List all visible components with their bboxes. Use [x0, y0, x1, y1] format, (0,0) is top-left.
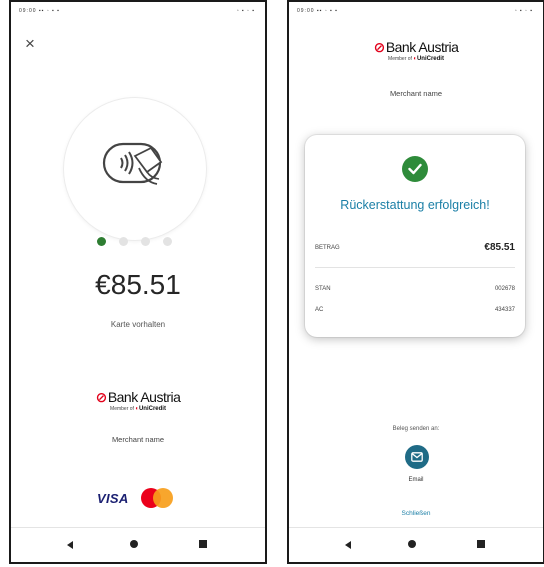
bank-swirl-icon: ⊘	[373, 39, 386, 55]
home-icon[interactable]	[130, 540, 138, 548]
merchant-name: Merchant name	[111, 435, 165, 444]
indicator-dot	[163, 237, 172, 246]
success-message: Rückerstattung erfolgreich!	[340, 198, 490, 212]
android-nav-bar	[289, 527, 543, 562]
status-right: ▫ ▪ ◦ ▪	[514, 8, 533, 14]
indicator-dot-active	[97, 237, 106, 246]
indicator-dot	[141, 237, 150, 246]
status-right: ▫ ▪ ◦ ▪	[236, 8, 255, 14]
bank-name: Bank Austria	[107, 389, 181, 405]
email-button[interactable]	[405, 445, 429, 469]
bank-logo: ⊘Bank Austria Member of ◐UniCredit	[11, 389, 265, 412]
bank-name: Bank Austria	[385, 39, 459, 55]
status-bar: 09:00 ▪▪ ◦ ▪ ▪ ▫ ▪ ◦ ▪	[11, 2, 265, 20]
bank-swirl-icon: ⊘	[95, 389, 108, 405]
amount-label: BETRAG	[315, 245, 340, 251]
payment-screen: 09:00 ▪▪ ◦ ▪ ▪ ▫ ▪ ◦ ▪ × €85.51 Karte vo…	[9, 0, 267, 564]
amount-value: €85.51	[484, 242, 515, 253]
ac-label: AC	[315, 307, 324, 313]
status-left: 09:00 ▪▪ ◦ ▪ ▪	[297, 8, 338, 14]
ac-row: AC 434337	[315, 307, 515, 313]
hold-card-hint: Karte vorhalten	[110, 320, 166, 329]
android-nav-bar	[11, 527, 265, 562]
bank-sub-prefix: Member of	[110, 406, 134, 412]
payment-amount: €85.51	[95, 269, 181, 300]
stan-value: 002678	[494, 286, 515, 292]
visa-logo: VISA	[97, 491, 129, 506]
status-bar: 09:00 ▪▪ ◦ ▪ ▪ ▫ ▪ ◦ ▪	[289, 2, 543, 20]
merchant-name: Merchant name	[389, 89, 443, 98]
bank-sub-brand: UniCredit	[138, 406, 166, 412]
close-icon[interactable]: ×	[25, 35, 35, 52]
tap-card-area	[64, 98, 206, 240]
ac-value: 434337	[494, 307, 515, 313]
back-icon[interactable]	[345, 541, 351, 549]
bank-sub-prefix: Member of	[388, 56, 412, 62]
home-icon[interactable]	[408, 540, 416, 548]
back-icon[interactable]	[67, 541, 73, 549]
bank-logo: ⊘Bank Austria Member of ◐UniCredit	[289, 39, 543, 62]
result-card: Rückerstattung erfolgreich! BETRAG €85.5…	[305, 135, 525, 337]
divider	[315, 267, 515, 268]
mastercard-icon-overlap	[153, 488, 173, 508]
contactless-card-icon	[102, 142, 163, 185]
refund-success-screen: 09:00 ▪▪ ◦ ▪ ▪ ▫ ▪ ◦ ▪ ⊘Bank Austria Mem…	[287, 0, 544, 564]
email-label: Email	[408, 477, 424, 483]
mail-icon	[411, 452, 423, 462]
status-left: 09:00 ▪▪ ◦ ▪ ▪	[19, 8, 60, 14]
indicator-dot	[119, 237, 128, 246]
check-circle-icon	[402, 156, 428, 182]
stan-label: STAN	[315, 286, 331, 292]
close-button[interactable]: Schließen	[289, 510, 543, 517]
amount-row: BETRAG €85.51	[315, 242, 515, 253]
stan-row: STAN 002678	[315, 286, 515, 292]
recents-icon[interactable]	[199, 540, 207, 548]
recents-icon[interactable]	[477, 540, 485, 548]
send-receipt-label: Beleg senden an:	[392, 426, 440, 432]
bank-sub-brand: UniCredit	[416, 56, 444, 62]
